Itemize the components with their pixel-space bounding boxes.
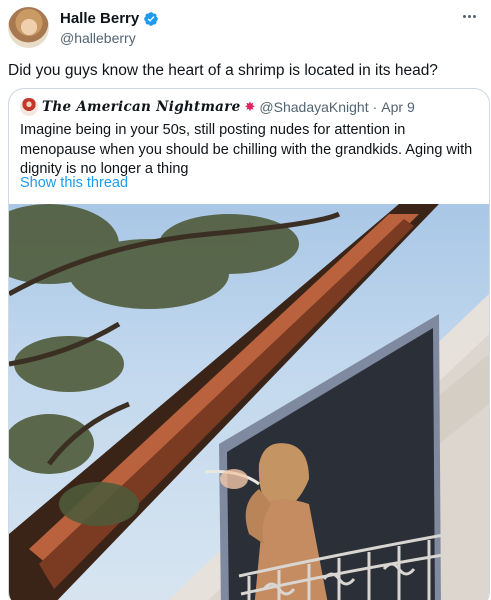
photo-scene	[9, 204, 489, 600]
author-display-name[interactable]: Halle Berry	[60, 10, 139, 27]
tweet-header: Halle Berry @halleberry	[8, 4, 483, 48]
author-handle[interactable]: @halleberry	[60, 30, 136, 46]
quoted-tweet-header: 𝑻𝒉𝒆 𝑨𝒎𝒆𝒓𝒊𝒄𝒂𝒏 𝑵𝒊𝒈𝒉𝒕𝒎𝒂𝒓𝒆 ✸ @ShadayaKnight …	[20, 98, 415, 116]
quoted-author-handle[interactable]: @ShadayaKnight	[259, 99, 368, 115]
quoted-author-avatar[interactable]	[20, 98, 38, 116]
quoted-tweet-text: Imagine being in your 50s, still posting…	[20, 122, 473, 177]
tweet-text: Did you guys know the heart of a shrimp …	[8, 62, 438, 79]
explosion-emoji-icon: ✸	[244, 99, 256, 114]
quoted-tweet-card[interactable]: 𝑻𝒉𝒆 𝑨𝒎𝒆𝒓𝒊𝒄𝒂𝒏 𝑵𝒊𝒈𝒉𝒕𝒎𝒂𝒓𝒆 ✸ @ShadayaKnight …	[8, 88, 490, 600]
author-avatar[interactable]	[8, 7, 49, 48]
quoted-tweet-photo[interactable]	[9, 204, 489, 600]
more-options-icon[interactable]	[457, 8, 481, 24]
quoted-tweet-date[interactable]: Apr 9	[381, 99, 414, 115]
separator-dot: ·	[372, 99, 378, 115]
verified-badge-icon	[144, 11, 159, 26]
show-thread-link[interactable]: Show this thread	[20, 175, 128, 191]
quoted-author-display-name[interactable]: 𝑻𝒉𝒆 𝑨𝒎𝒆𝒓𝒊𝒄𝒂𝒏 𝑵𝒊𝒈𝒉𝒕𝒎𝒂𝒓𝒆	[42, 99, 241, 115]
author-name-row: Halle Berry	[60, 10, 159, 27]
